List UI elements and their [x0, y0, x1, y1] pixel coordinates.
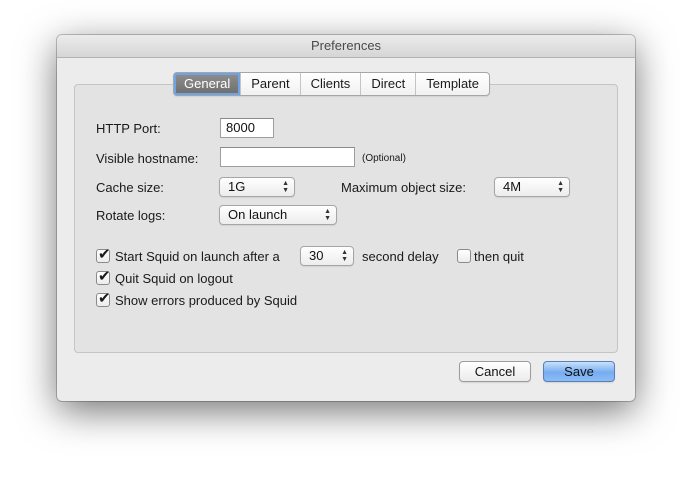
- max-object-size-label: Maximum object size:: [341, 180, 466, 195]
- http-port-label: HTTP Port:: [96, 121, 161, 136]
- then-quit-checkbox[interactable]: [457, 249, 471, 263]
- popup-arrows-icon: ▲ ▼: [282, 180, 289, 194]
- visible-hostname-label: Visible hostname:: [96, 151, 199, 166]
- start-on-launch-checkbox[interactable]: ✔: [96, 246, 111, 263]
- rotate-logs-value: On launch: [228, 207, 288, 222]
- launch-delay-value: 30: [309, 248, 324, 263]
- rotate-logs-popup[interactable]: On launch ▲ ▼: [219, 205, 337, 225]
- show-errors-checkbox[interactable]: ✔: [96, 290, 111, 307]
- tab-clients[interactable]: Clients: [299, 73, 361, 95]
- tab-parent[interactable]: Parent: [240, 73, 299, 95]
- launch-delay-popup[interactable]: 30 ▲ ▼: [300, 246, 354, 266]
- checkmark-icon: ✔: [98, 290, 111, 307]
- cancel-button[interactable]: Cancel: [459, 361, 531, 382]
- tab-general[interactable]: General: [174, 73, 241, 95]
- window-title: Preferences: [57, 35, 635, 58]
- tab-direct[interactable]: Direct: [360, 73, 415, 95]
- cache-size-value: 1G: [228, 179, 246, 194]
- save-button[interactable]: Save: [543, 361, 615, 382]
- start-on-launch-label: Start Squid on launch after a: [115, 249, 280, 264]
- show-errors-label: Show errors produced by Squid: [115, 293, 298, 308]
- tab-template[interactable]: Template: [415, 73, 489, 95]
- visible-hostname-field[interactable]: [220, 147, 355, 167]
- cache-size-popup[interactable]: 1G ▲ ▼: [219, 177, 295, 197]
- cache-size-label: Cache size:: [96, 180, 164, 195]
- preferences-window: Preferences General Parent Clients Direc…: [57, 35, 635, 401]
- popup-arrows-icon: ▲ ▼: [557, 180, 564, 194]
- quit-on-logout-label: Quit Squid on logout: [115, 271, 233, 286]
- max-object-size-value: 4M: [503, 179, 522, 194]
- quit-on-logout-checkbox[interactable]: ✔: [96, 268, 111, 285]
- tab-bar: General Parent Clients Direct Template: [173, 72, 491, 96]
- second-delay-label: second delay: [362, 249, 439, 264]
- rotate-logs-label: Rotate logs:: [96, 208, 166, 223]
- checkmark-icon: ✔: [98, 268, 111, 285]
- checkmark-icon: ✔: [98, 246, 111, 263]
- max-object-size-popup[interactable]: 4M ▲ ▼: [494, 177, 570, 197]
- popup-arrows-icon: ▲ ▼: [324, 208, 331, 222]
- stepper-arrows-icon: ▲ ▼: [341, 249, 348, 263]
- then-quit-label: then quit: [474, 249, 524, 264]
- http-port-field[interactable]: 8000: [220, 118, 274, 138]
- optional-hint: (Optional): [362, 153, 406, 164]
